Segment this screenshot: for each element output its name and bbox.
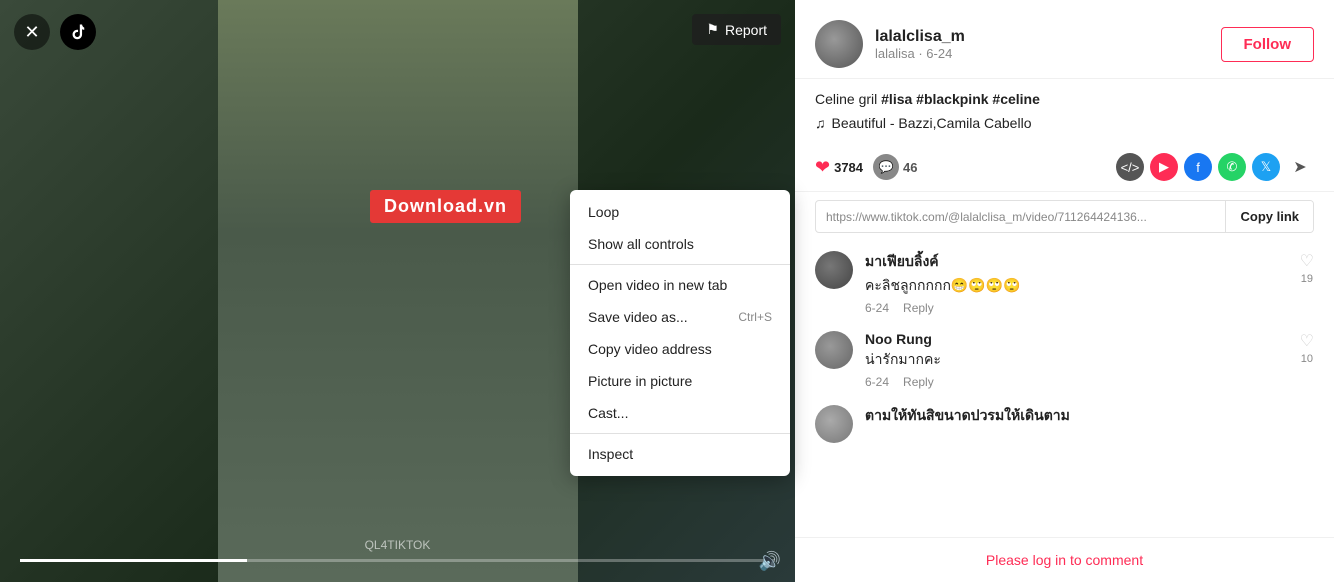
context-menu: Loop Show all controls Open video in new… <box>570 190 790 476</box>
save-video-label: Save video as... <box>588 309 688 325</box>
comment-username-1[interactable]: มาเฟียบลิ้งค์ <box>865 251 1288 273</box>
comment-date-2: 6-24 <box>865 375 889 389</box>
comment-heart-icon-1[interactable]: ♡ <box>1300 251 1314 271</box>
context-menu-loop[interactable]: Loop <box>570 196 790 228</box>
comment-avatar-1 <box>815 251 853 289</box>
context-menu-copy-address[interactable]: Copy video address <box>570 333 790 365</box>
divider-2 <box>570 433 790 434</box>
avatar-image <box>815 20 863 68</box>
copy-address-label: Copy video address <box>588 341 712 357</box>
comment-item-3: ตามให้ทันสิขนาดปวรมให้เดินตาม <box>815 405 1314 443</box>
more-share-icon[interactable]: ➤ <box>1286 153 1314 181</box>
link-url: https://www.tiktok.com/@lalalclisa_m/vid… <box>816 202 1225 232</box>
comment-reply-2[interactable]: Reply <box>903 375 934 389</box>
comment-like-count-1: 19 <box>1301 273 1313 285</box>
whatsapp-share-icon[interactable]: ✆ <box>1218 153 1246 181</box>
video-progress-bar[interactable] <box>20 559 775 562</box>
user-sub: lalalisa · 6-24 <box>875 46 1209 61</box>
actions-row: ❤ 3784 💬 46 </> ▶ f ✆ 𝕏 ➤ <box>795 143 1334 192</box>
video-panel: ✕ ⚑ Report Download.vn Loop Show all con… <box>0 0 795 582</box>
pip-label: Picture in picture <box>588 373 692 389</box>
music-line[interactable]: ♫ Beautiful - Bazzi,Camila Cabello <box>815 115 1314 131</box>
comment-like-1: ♡ 19 <box>1300 251 1314 315</box>
twitter-share-icon[interactable]: 𝕏 <box>1252 153 1280 181</box>
context-menu-save-video[interactable]: Save video as... Ctrl+S <box>570 301 790 333</box>
show-controls-label: Show all controls <box>588 236 694 252</box>
user-info: lalalclisa_m lalalisa · 6-24 <box>875 28 1209 61</box>
open-new-tab-label: Open video in new tab <box>588 277 727 293</box>
comment-text-2: น่ารักมากคะ <box>865 349 1288 371</box>
context-menu-show-controls[interactable]: Show all controls <box>570 228 790 260</box>
comment-body-1: มาเฟียบลิ้งค์ คะลิชลูกกกกก😁🙄🙄🙄 6-24 Repl… <box>865 251 1288 315</box>
comment-count: 46 <box>903 160 917 175</box>
comment-username-3[interactable]: ตามให้ทันสิขนาดปวรมให้เดินตาม <box>865 405 1314 427</box>
comment-body-3: ตามให้ทันสิขนาดปวรมให้เดินตาม <box>865 405 1314 443</box>
comment-date-1: 6-24 <box>865 301 889 315</box>
volume-icon[interactable]: 🔊 <box>759 551 781 572</box>
context-menu-pip[interactable]: Picture in picture <box>570 365 790 397</box>
comment-avatar-3 <box>815 405 853 443</box>
user-section: lalalclisa_m lalalisa · 6-24 Follow <box>795 0 1334 79</box>
context-menu-inspect[interactable]: Inspect <box>570 438 790 470</box>
comment-like-2: ♡ 10 <box>1300 331 1314 389</box>
divider-1 <box>570 264 790 265</box>
video-person <box>218 0 578 582</box>
login-prompt: Please log in to comment <box>795 537 1334 582</box>
music-title: Beautiful - Bazzi,Camila Cabello <box>832 115 1032 131</box>
caption-plain: Celine gril <box>815 91 881 107</box>
download-badge: Download.vn <box>370 190 521 223</box>
caption-section: Celine gril #lisa #blackpink #celine ♫ B… <box>795 79 1334 143</box>
context-menu-cast[interactable]: Cast... <box>570 397 790 429</box>
login-text[interactable]: Please log in to comment <box>815 552 1314 568</box>
tiktok-share-icon[interactable]: ▶ <box>1150 153 1178 181</box>
comment-bubble-icon: 💬 <box>873 154 899 180</box>
comment-item: มาเฟียบลิ้งค์ คะลิชลูกกกกก😁🙄🙄🙄 6-24 Repl… <box>815 251 1314 315</box>
report-button[interactable]: ⚑ Report <box>692 14 781 45</box>
comment-username-2[interactable]: Noo Rung <box>865 331 1288 347</box>
copy-link-button[interactable]: Copy link <box>1225 201 1313 232</box>
comment-text-1: คะลิชลูกกกกก😁🙄🙄🙄 <box>865 275 1288 297</box>
like-count: 3784 <box>834 160 863 175</box>
right-panel: lalalclisa_m lalalisa · 6-24 Follow Celi… <box>795 0 1334 582</box>
music-note-icon: ♫ <box>815 115 826 131</box>
like-action[interactable]: ❤ 3784 <box>815 157 863 178</box>
inspect-label: Inspect <box>588 446 633 462</box>
link-bar: https://www.tiktok.com/@lalalclisa_m/vid… <box>815 200 1314 233</box>
report-label: Report <box>725 22 767 38</box>
video-watermark: QL4TIKTOK <box>365 538 431 552</box>
facebook-share-icon[interactable]: f <box>1184 153 1212 181</box>
video-progress-fill <box>20 559 247 562</box>
caption-text: Celine gril #lisa #blackpink #celine <box>815 91 1314 107</box>
follow-button[interactable]: Follow <box>1221 27 1315 62</box>
context-menu-open-new-tab[interactable]: Open video in new tab <box>570 269 790 301</box>
loop-label: Loop <box>588 204 619 220</box>
avatar <box>815 20 863 68</box>
comment-reply-1[interactable]: Reply <box>903 301 934 315</box>
heart-icon: ❤ <box>815 157 830 178</box>
comments-section: มาเฟียบลิ้งค์ คะลิชลูกกกกก😁🙄🙄🙄 6-24 Repl… <box>795 241 1334 537</box>
close-button[interactable]: ✕ <box>14 14 50 50</box>
comment-item-2: Noo Rung น่ารักมากคะ 6-24 Reply ♡ 10 <box>815 331 1314 389</box>
comment-avatar-2 <box>815 331 853 369</box>
comment-like-count-2: 10 <box>1301 353 1313 365</box>
embed-icon[interactable]: </> <box>1116 153 1144 181</box>
comment-meta-1: 6-24 Reply <box>865 301 1288 315</box>
save-shortcut: Ctrl+S <box>738 310 772 324</box>
comment-body-2: Noo Rung น่ารักมากคะ 6-24 Reply <box>865 331 1288 389</box>
comment-action[interactable]: 💬 46 <box>873 154 917 180</box>
share-icons: </> ▶ f ✆ 𝕏 ➤ <box>1116 153 1314 181</box>
tiktok-logo[interactable] <box>60 14 96 50</box>
flag-icon: ⚑ <box>706 21 719 38</box>
cast-label: Cast... <box>588 405 628 421</box>
username[interactable]: lalalclisa_m <box>875 28 1209 46</box>
caption-tags[interactable]: #lisa #blackpink #celine <box>881 91 1040 107</box>
comment-meta-2: 6-24 Reply <box>865 375 1288 389</box>
comment-heart-icon-2[interactable]: ♡ <box>1300 331 1314 351</box>
